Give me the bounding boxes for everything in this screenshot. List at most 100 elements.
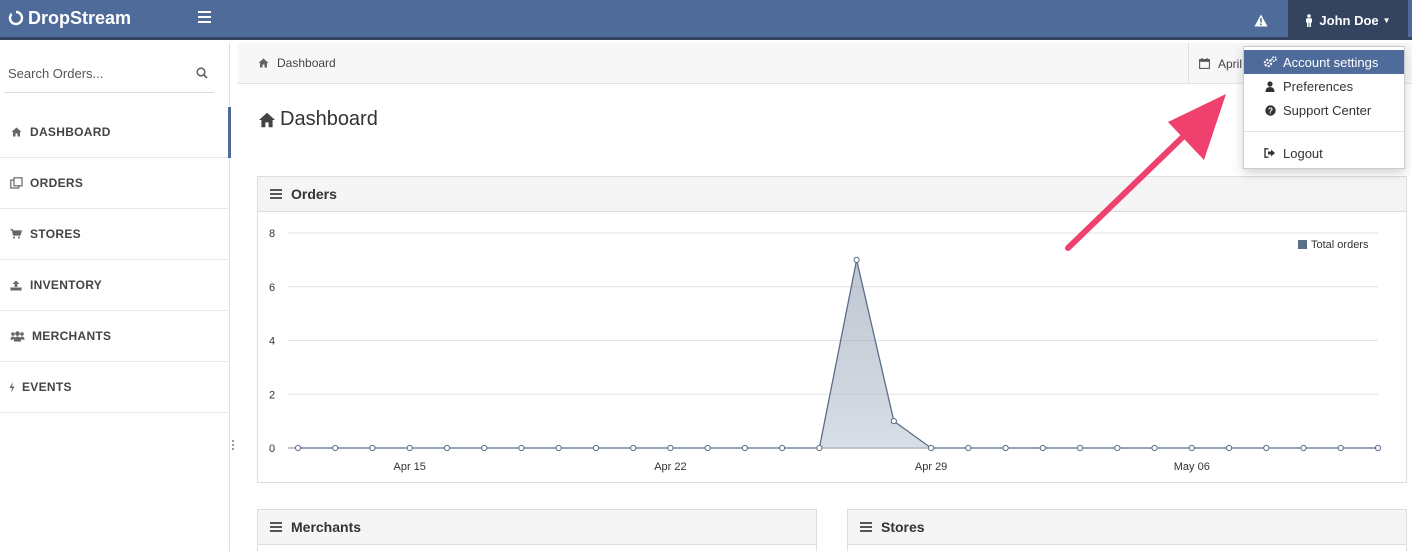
breadcrumb-item-dashboard[interactable]: Dashboard [277,56,336,70]
data-point [294,444,302,452]
data-point [1039,444,1046,452]
orders-panel-title: Orders [291,186,337,202]
users-icon [8,330,26,342]
search-orders-input[interactable] [4,66,184,81]
menu-item-label: Preferences [1283,78,1354,94]
user-icon [1263,80,1277,92]
user-dropdown-menu: Account settings Preferences ? Support C… [1243,46,1405,169]
orders-panel-header: Orders [258,177,1406,212]
y-tick-label: 2 [269,389,275,401]
orders-chart: 0 2 4 6 8 Apr 15 Apr 22 Apr 29 May 06 Total order… [269,228,1382,473]
page-title-text: Dashboard [280,108,378,130]
sidebar-item-dashboard[interactable]: DASHBOARD [0,107,231,158]
x-tick-label: Apr 22 [654,461,686,473]
dropstream-logo-icon [8,10,24,26]
data-point [667,444,674,452]
sidebar-resize-handle[interactable] [232,440,236,452]
sidebar-toggle-button[interactable] [198,8,218,28]
home-icon [8,127,24,137]
bolt-icon [8,381,16,393]
legend-label: Total orders [1311,239,1369,251]
data-point [890,418,897,425]
search-orders-box [4,55,214,93]
menu-divider [1244,131,1404,132]
stores-panel-header: Stores [848,510,1406,545]
menu-item-logout[interactable]: Logout [1244,141,1404,165]
list-icon [270,187,282,201]
svg-text:?: ? [1267,105,1272,115]
list-icon [270,520,282,534]
data-point [630,444,637,452]
menu-item-label: Account settings [1283,54,1379,70]
gears-icon [1263,56,1277,68]
menu-item-support-center[interactable]: ? Support Center [1244,98,1404,122]
sidebar-item-stores[interactable]: STORES [0,209,230,260]
sidebar-item-merchants[interactable]: MERCHANTS [0,311,230,362]
merchants-panel-title: Merchants [291,519,362,535]
data-point [481,444,488,452]
data-point [592,444,600,452]
data-point [406,444,413,452]
search-icon[interactable] [196,67,208,79]
cart-icon [8,229,24,239]
data-point [332,444,339,452]
data-point [1151,444,1158,452]
y-tick-label: 8 [269,228,275,240]
stores-panel-title: Stores [881,519,925,535]
brand-logo[interactable]: DropStream [8,6,131,30]
caret-down-icon: ▼ [1382,15,1391,25]
data-point [704,444,711,452]
upload-icon [8,280,24,291]
orders-icon [8,177,24,189]
menu-item-preferences[interactable]: Preferences [1244,74,1404,98]
warning-icon [1254,14,1268,26]
home-icon [258,58,269,68]
data-point [1002,444,1009,452]
data-point [779,444,786,452]
sidebar-item-inventory[interactable]: INVENTORY [0,260,230,311]
top-navbar: DropStream John Doe ▼ [0,0,1412,40]
y-tick-label: 0 [269,443,275,455]
sidebar-item-label: MERCHANTS [32,329,112,343]
data-point [1374,444,1382,452]
data-point [1225,444,1233,452]
user-menu-button[interactable]: John Doe ▼ [1288,0,1408,40]
orders-panel: Orders 0 2 4 6 8 Apr 15 Apr 22 Apr 29 May 06 Tota… [257,176,1407,483]
sidebar-item-label: ORDERS [30,176,84,190]
data-point [965,444,972,452]
sign-out-icon [1263,148,1277,158]
data-point [443,444,451,452]
stores-panel: Stores [847,509,1407,551]
list-icon [860,520,872,534]
sidebar-item-orders[interactable]: ORDERS [0,158,230,209]
data-point [1114,444,1121,452]
menu-item-label: Support Center [1283,102,1372,118]
merchants-panel: Merchants [257,509,817,551]
data-point [1337,444,1344,452]
merchants-panel-header: Merchants [258,510,816,545]
data-point [518,444,525,452]
alerts-button[interactable] [1236,0,1286,40]
data-point [816,444,823,452]
menu-item-label: Logout [1283,145,1323,161]
data-point [1188,444,1195,452]
data-point [928,444,935,452]
legend-swatch [1298,240,1307,249]
calendar-icon [1199,58,1210,69]
data-point [1300,444,1307,452]
sidebar-item-label: DASHBOARD [30,125,111,139]
data-point [555,444,562,452]
date-range-picker[interactable]: April [1188,43,1248,84]
x-tick-label: Apr 29 [915,461,947,473]
sidebar: DASHBOARD ORDERS STORES INVENTORY MERCHA… [0,43,231,551]
x-tick-label: May 06 [1174,461,1210,473]
data-point [1263,444,1270,452]
brand-name: DropStream [28,7,132,28]
menu-item-account-settings[interactable]: Account settings [1244,50,1404,74]
sidebar-item-events[interactable]: EVENTS [0,362,230,413]
question-icon: ? [1263,104,1277,116]
person-icon [1306,13,1313,27]
y-tick-label: 4 [269,336,275,348]
sidebar-item-label: INVENTORY [30,278,103,292]
data-point [369,444,376,452]
